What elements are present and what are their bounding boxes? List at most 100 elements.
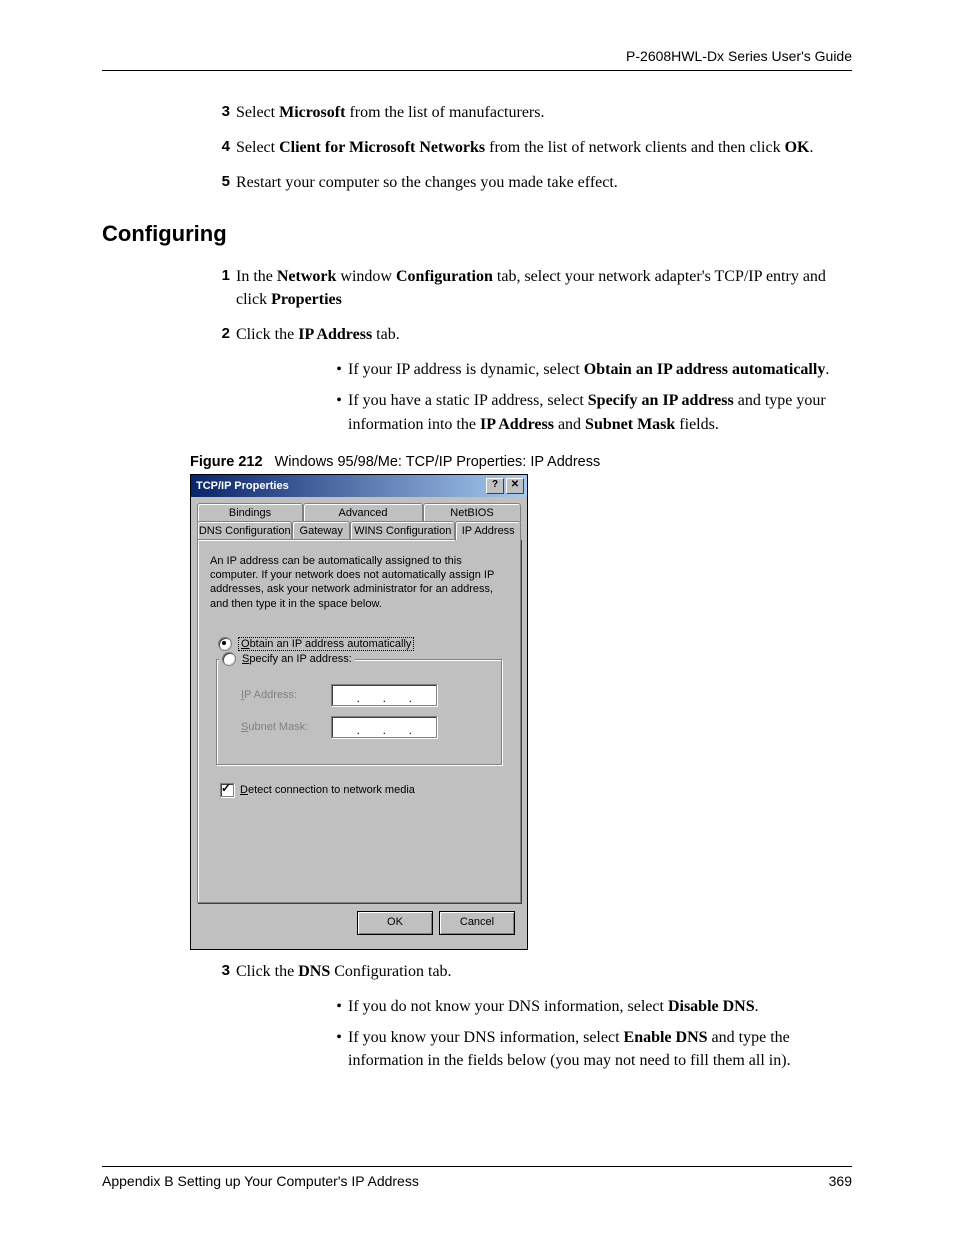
- footer-appendix: Appendix B Setting up Your Computer's IP…: [102, 1173, 419, 1189]
- subnet-mask-input[interactable]: [331, 716, 437, 738]
- cancel-button[interactable]: Cancel: [439, 911, 515, 935]
- text: etect connection to network media: [248, 784, 415, 796]
- ip-octet[interactable]: [384, 717, 410, 737]
- text: .: [825, 361, 829, 378]
- specify-groupbox: Specify an IP address: IP Address: Subne…: [216, 659, 502, 765]
- subnet-mask-label: Subnet Mask:: [227, 721, 331, 733]
- bold-text: Client for Microsoft Networks: [279, 139, 485, 156]
- bold-text: Properties: [271, 291, 342, 308]
- top-steps-list: 3 Select Microsoft from the list of manu…: [102, 101, 852, 195]
- text: Select: [236, 139, 279, 156]
- tcpip-dialog: TCP/IP Properties ? ✕ Bindings Advanced …: [190, 474, 528, 950]
- bullet: • If you have a static IP address, selec…: [330, 389, 852, 435]
- bold-text: Enable DNS: [624, 1029, 708, 1046]
- step-text: Restart your computer so the changes you…: [236, 171, 852, 194]
- ip-address-input[interactable]: [331, 684, 437, 706]
- text: Select: [236, 104, 279, 121]
- dns-bullets: • If you do not know your DNS informatio…: [102, 995, 852, 1073]
- bold-text: IP Address: [298, 326, 372, 343]
- step-number: 1: [212, 265, 230, 311]
- figure-label: Figure 212: [190, 454, 263, 470]
- ok-button[interactable]: OK: [357, 911, 433, 935]
- text: tab.: [372, 326, 400, 343]
- bold-text: Configuration: [396, 268, 493, 285]
- bold-text: Subnet Mask: [585, 416, 675, 433]
- ip-octet[interactable]: [332, 685, 358, 705]
- bold-text: IP Address: [480, 416, 554, 433]
- tab-bindings[interactable]: Bindings: [197, 503, 303, 522]
- tab-ip-address[interactable]: IP Address: [455, 521, 521, 541]
- text: If you do not know your DNS information,…: [348, 998, 668, 1015]
- text: If you have a static IP address, select: [348, 392, 588, 409]
- bold-text: Network: [277, 268, 337, 285]
- bullet: • If your IP address is dynamic, select …: [330, 358, 852, 381]
- figure-caption: Figure 212 Windows 95/98/Me: TCP/IP Prop…: [190, 454, 852, 470]
- dialog-description: An IP address can be automatically assig…: [210, 554, 508, 611]
- tab-row-2: DNS Configuration Gateway WINS Configura…: [197, 521, 521, 540]
- tab-netbios[interactable]: NetBIOS: [423, 503, 521, 522]
- text: Click the: [236, 326, 298, 343]
- close-button[interactable]: ✕: [506, 478, 524, 494]
- step-text: Click the IP Address tab.: [236, 323, 852, 346]
- step-text: In the Network window Configuration tab,…: [236, 265, 852, 311]
- cfg-step-3: 3 Click the DNS Configuration tab.: [212, 960, 852, 983]
- bold-text: OK: [785, 139, 810, 156]
- radio-label: Obtain an IP address automatically: [238, 637, 414, 651]
- cfg-step-2: 2 Click the IP Address tab.: [212, 323, 852, 346]
- radio-specify[interactable]: Specify an IP address:: [219, 652, 355, 666]
- text: fields.: [675, 416, 719, 433]
- bullet-dot: •: [330, 358, 348, 381]
- ip-octet[interactable]: [410, 685, 436, 705]
- tab-gateway[interactable]: Gateway: [292, 521, 350, 540]
- step-number: 5: [212, 171, 230, 194]
- text: from the list of network clients and the…: [485, 139, 784, 156]
- text: and: [554, 416, 585, 433]
- dialog-title: TCP/IP Properties: [194, 480, 484, 492]
- detect-connection-checkbox[interactable]: Detect connection to network media: [220, 783, 508, 797]
- text: pecify an IP address:: [249, 653, 352, 665]
- step-number: 3: [212, 101, 230, 124]
- checkbox-icon: [220, 783, 234, 797]
- header-guide-title: P-2608HWL-Dx Series User's Guide: [102, 48, 852, 64]
- tab-advanced[interactable]: Advanced: [303, 503, 423, 522]
- ip-octet[interactable]: [410, 717, 436, 737]
- text: Configuration tab.: [330, 963, 451, 980]
- bullet: • If you know your DNS information, sele…: [330, 1026, 852, 1072]
- text: from the list of manufacturers.: [345, 104, 544, 121]
- text: If you know your DNS information, select: [348, 1029, 624, 1046]
- bold-text: Microsoft: [279, 104, 345, 121]
- cfg-step-1: 1 In the Network window Configuration ta…: [212, 265, 852, 311]
- bullet-text: If you know your DNS information, select…: [348, 1026, 852, 1072]
- help-button[interactable]: ?: [486, 478, 504, 494]
- mnemonic: D: [240, 784, 248, 796]
- bold-text: DNS: [298, 963, 330, 980]
- tab-panel: An IP address can be automatically assig…: [197, 539, 521, 903]
- text: btain an IP address automatically: [250, 638, 412, 650]
- ip-octet[interactable]: [332, 717, 358, 737]
- section-heading-configuring: Configuring: [102, 221, 852, 247]
- step-text: Select Microsoft from the list of manufa…: [236, 101, 852, 124]
- bullet-dot: •: [330, 995, 348, 1018]
- mnemonic: O: [241, 638, 250, 650]
- text: In the: [236, 268, 277, 285]
- ip-octet[interactable]: [384, 685, 410, 705]
- tab-dns-configuration[interactable]: DNS Configuration: [197, 521, 292, 540]
- ip-octet[interactable]: [358, 717, 384, 737]
- dialog-titlebar[interactable]: TCP/IP Properties ? ✕: [191, 475, 527, 497]
- text: Click the: [236, 963, 298, 980]
- bullet-text: If you do not know your DNS information,…: [348, 995, 852, 1018]
- step-4: 4 Select Client for Microsoft Networks f…: [212, 136, 852, 159]
- ip-octet[interactable]: [358, 685, 384, 705]
- text: window: [336, 268, 396, 285]
- step-number: 3: [212, 960, 230, 983]
- step-5: 5 Restart your computer so the changes y…: [212, 171, 852, 194]
- step-text: Click the DNS Configuration tab.: [236, 960, 852, 983]
- step-3: 3 Select Microsoft from the list of manu…: [212, 101, 852, 124]
- radio-obtain-auto[interactable]: Obtain an IP address automatically: [218, 637, 508, 651]
- subnet-mask-row: Subnet Mask:: [227, 716, 491, 738]
- step-text: Select Client for Microsoft Networks fro…: [236, 136, 852, 159]
- text: .: [755, 998, 759, 1015]
- ip-address-label: IP Address:: [227, 689, 331, 701]
- header-rule: [102, 70, 852, 71]
- tab-wins-configuration[interactable]: WINS Configuration: [350, 521, 455, 540]
